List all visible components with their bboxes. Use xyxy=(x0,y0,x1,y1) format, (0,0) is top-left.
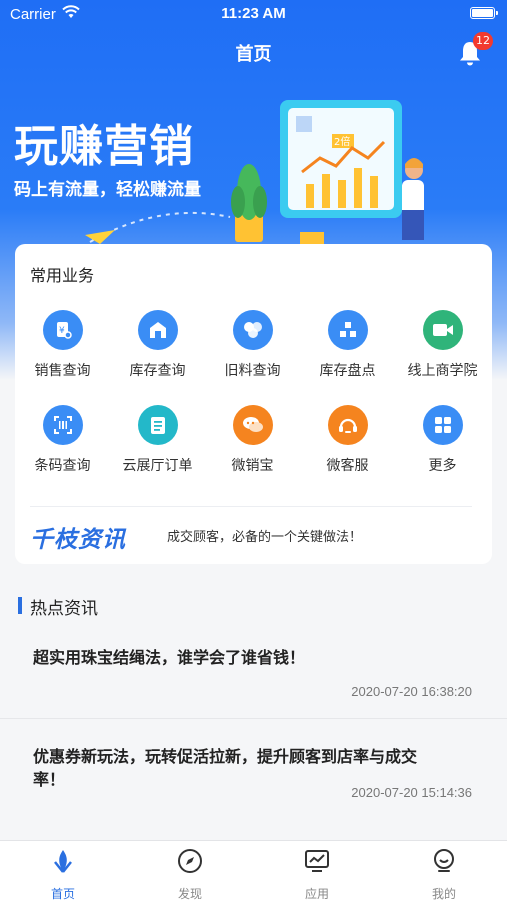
news-date: 2020-07-20 16:38:20 xyxy=(351,684,472,699)
service-barcode-query[interactable]: 条码查询 xyxy=(15,405,110,475)
clock: 11:23 AM xyxy=(221,5,286,22)
notification-badge: 12 xyxy=(473,32,493,50)
monitor-icon xyxy=(305,850,329,872)
service-stocktake[interactable]: 库存盘点 xyxy=(300,310,395,380)
inventory-query-icon xyxy=(137,310,178,350)
service-more[interactable]: 更多 xyxy=(395,405,490,475)
chat-bubble-icon xyxy=(232,405,273,445)
news-item[interactable]: 优惠券新玩法，玩转促活拉新，提升顾客到店率与成交率！ 2020-07-20 15… xyxy=(0,719,507,819)
news-item[interactable]: 超实用珠宝结绳法，谁学会了谁省钱！ 2020-07-20 16:38:20 xyxy=(0,628,507,718)
tab-profile[interactable]: 我的 xyxy=(404,847,484,900)
headset-icon xyxy=(327,405,368,445)
service-customer-support[interactable]: 微客服 xyxy=(300,405,395,475)
news-ticker-text[interactable]: 成交顾客，必备的一个关键做法！ xyxy=(167,526,362,545)
more-grid-icon xyxy=(422,405,463,445)
order-list-icon xyxy=(137,405,178,445)
tab-discover[interactable]: 发现 xyxy=(150,847,230,900)
news-brand-logo[interactable]: 千枝资讯 xyxy=(30,520,126,554)
status-bar: Carrier 11:23 AM xyxy=(0,0,507,28)
hot-news-title: 热点资讯 xyxy=(30,599,98,619)
compass-icon xyxy=(178,849,202,873)
stocktake-icon xyxy=(327,310,368,350)
banner-illustration[interactable]: 2倍 xyxy=(80,92,507,252)
video-icon xyxy=(422,310,463,350)
service-wechat-sales[interactable]: 微销宝 xyxy=(205,405,300,475)
service-old-material[interactable]: 旧料查询 xyxy=(205,310,300,380)
tab-bar: 首页 发现 应用 我的 xyxy=(0,840,507,900)
profile-icon xyxy=(434,849,454,872)
service-inventory-query[interactable]: 库存查询 xyxy=(110,310,205,380)
news-date: 2020-07-20 15:14:36 xyxy=(351,785,472,800)
services-title: 常用业务 xyxy=(30,266,95,285)
chart-multiplier-label: 2倍 xyxy=(334,135,350,148)
tab-apps[interactable]: 应用 xyxy=(277,847,357,900)
home-leaf-icon xyxy=(54,850,72,873)
battery-icon xyxy=(470,7,498,19)
card-divider xyxy=(30,506,472,507)
svg-text:¥: ¥ xyxy=(59,326,65,336)
services-card: 常用业务 ¥ 销售查询 库存查询 旧料查询 库存盘点 线上商学院 条码查询 云展… xyxy=(15,244,492,564)
page-title: 首页 xyxy=(235,44,272,65)
barcode-scan-icon xyxy=(42,405,83,445)
news-title: 超实用珠宝结绳法，谁学会了谁省钱！ xyxy=(33,648,306,667)
section-accent-bar xyxy=(18,597,22,614)
sales-query-icon: ¥ xyxy=(42,310,83,350)
old-material-icon xyxy=(232,310,273,350)
service-online-academy[interactable]: 线上商学院 xyxy=(395,310,490,380)
tab-home[interactable]: 首页 xyxy=(23,847,103,900)
service-cloud-order[interactable]: 云展厅订单 xyxy=(110,405,205,475)
service-sales-query[interactable]: ¥ 销售查询 xyxy=(15,310,110,380)
